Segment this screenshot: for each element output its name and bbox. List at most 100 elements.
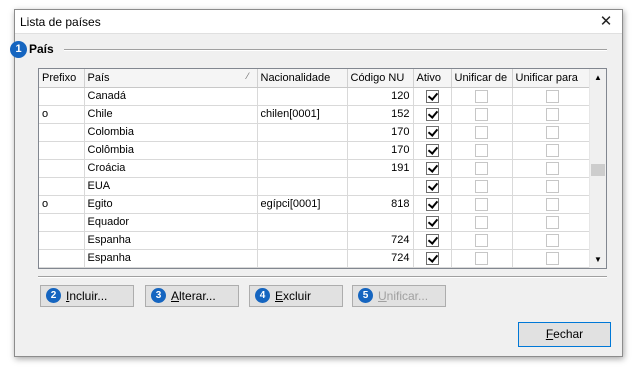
- delete-button[interactable]: 4 Excluir: [249, 285, 343, 307]
- merge-to-checkbox[interactable]: [545, 197, 559, 211]
- table-row[interactable]: o Chile chilen[0001] 152: [39, 105, 593, 124]
- merge-button[interactable]: 5 Unificar...: [352, 285, 446, 307]
- active-checkbox[interactable]: [425, 107, 439, 121]
- active-checkbox[interactable]: [425, 197, 439, 211]
- vertical-scrollbar[interactable]: ▲ ▼: [589, 69, 606, 268]
- merge-to-checkbox[interactable]: [545, 143, 559, 157]
- merge-to-checkbox[interactable]: [545, 107, 559, 121]
- table-row[interactable]: Colômbia 170: [39, 141, 593, 160]
- table-row[interactable]: Canadá 120: [39, 87, 593, 106]
- scrollbar-thumb[interactable]: [591, 164, 605, 176]
- step-badge-3: 3: [151, 288, 166, 303]
- cell-prefix: [39, 231, 85, 250]
- merge-to-checkbox[interactable]: [545, 215, 559, 229]
- active-checkbox[interactable]: [425, 179, 439, 193]
- merge-to-cell: [512, 141, 593, 160]
- cell-prefix: [39, 123, 85, 142]
- cell-country: EUA: [84, 177, 258, 196]
- merge-from-checkbox[interactable]: [475, 143, 488, 157]
- cell-nationality: [257, 123, 348, 142]
- merge-from-checkbox[interactable]: [475, 197, 488, 211]
- step-badge-5: 5: [358, 288, 373, 303]
- merge-from-cell: [451, 105, 513, 124]
- active-cell: [413, 87, 452, 106]
- cell-prefix: o: [39, 105, 85, 124]
- active-checkbox[interactable]: [425, 251, 439, 265]
- cell-country: Equador: [84, 213, 258, 232]
- merge-from-cell: [451, 195, 513, 214]
- merge-to-cell: [512, 123, 593, 142]
- column-header-country[interactable]: País ⁄: [84, 69, 258, 88]
- step-badge-1: 1: [10, 41, 27, 58]
- table-row[interactable]: EUA: [39, 177, 593, 196]
- merge-to-cell: [512, 231, 593, 250]
- column-header-merge-from[interactable]: Unificar de: [451, 69, 513, 88]
- cell-un-code: 170: [347, 141, 414, 160]
- active-checkbox[interactable]: [425, 125, 439, 139]
- scroll-down-icon[interactable]: ▼: [590, 251, 606, 268]
- close-dialog-button[interactable]: Fechar: [518, 322, 611, 347]
- group-divider: [64, 49, 607, 51]
- merge-from-checkbox[interactable]: [475, 107, 488, 121]
- merge-to-checkbox[interactable]: [545, 125, 559, 139]
- include-button[interactable]: 2 Incluir...: [40, 285, 134, 307]
- merge-to-checkbox[interactable]: [545, 233, 559, 247]
- merge-from-checkbox[interactable]: [475, 251, 488, 265]
- merge-from-cell: [451, 177, 513, 196]
- cell-country: Colômbia: [84, 141, 258, 160]
- countries-table: Prefixo País ⁄ Nacionalidade Código NU At…: [39, 69, 593, 268]
- cell-country: Colombia: [84, 123, 258, 142]
- merge-from-checkbox[interactable]: [475, 89, 488, 103]
- column-header-un-code[interactable]: Código NU: [347, 69, 414, 88]
- column-header-merge-to[interactable]: Unificar para: [512, 69, 593, 88]
- merge-from-checkbox[interactable]: [475, 233, 488, 247]
- column-header-active[interactable]: Ativo: [413, 69, 452, 88]
- merge-to-checkbox[interactable]: [545, 179, 559, 193]
- table-row[interactable]: Espanha 724: [39, 231, 593, 250]
- column-header-nationality[interactable]: Nacionalidade: [257, 69, 348, 88]
- merge-to-cell: [512, 213, 593, 232]
- active-cell: [413, 231, 452, 250]
- table-row[interactable]: Espanha 724: [39, 249, 593, 268]
- active-checkbox[interactable]: [425, 143, 439, 157]
- active-checkbox[interactable]: [425, 215, 439, 229]
- merge-from-checkbox[interactable]: [475, 125, 488, 139]
- merge-from-checkbox[interactable]: [475, 161, 488, 175]
- merge-from-checkbox[interactable]: [475, 179, 488, 193]
- cell-nationality: egípci[0001]: [257, 195, 348, 214]
- scroll-up-icon[interactable]: ▲: [590, 69, 606, 86]
- active-checkbox[interactable]: [425, 89, 439, 103]
- column-header-prefix[interactable]: Prefixo: [39, 69, 85, 88]
- active-cell: [413, 249, 452, 268]
- merge-to-cell: [512, 249, 593, 268]
- close-icon[interactable]: ✕: [592, 10, 620, 33]
- countries-grid[interactable]: Prefixo País ⁄ Nacionalidade Código NU At…: [38, 68, 607, 269]
- table-row[interactable]: Croácia 191: [39, 159, 593, 178]
- cell-country: Espanha: [84, 249, 258, 268]
- table-row[interactable]: o Egito egípci[0001] 818: [39, 195, 593, 214]
- merge-from-cell: [451, 141, 513, 160]
- active-cell: [413, 213, 452, 232]
- cell-un-code: 152: [347, 105, 414, 124]
- merge-to-cell: [512, 105, 593, 124]
- active-cell: [413, 159, 452, 178]
- active-checkbox[interactable]: [425, 233, 439, 247]
- merge-from-checkbox[interactable]: [475, 215, 488, 229]
- merge-to-checkbox[interactable]: [545, 161, 559, 175]
- window-title: Lista de países: [20, 15, 101, 29]
- cell-nationality: [257, 177, 348, 196]
- active-checkbox[interactable]: [425, 161, 439, 175]
- table-row[interactable]: Equador: [39, 213, 593, 232]
- edit-button[interactable]: 3 Alterar...: [145, 285, 239, 307]
- cell-nationality: [257, 87, 348, 106]
- merge-to-checkbox[interactable]: [545, 89, 559, 103]
- merge-from-cell: [451, 159, 513, 178]
- cell-nationality: [257, 159, 348, 178]
- merge-from-cell: [451, 87, 513, 106]
- merge-to-checkbox[interactable]: [545, 251, 559, 265]
- active-cell: [413, 141, 452, 160]
- step-badge-2: 2: [46, 288, 61, 303]
- table-row[interactable]: Colombia 170: [39, 123, 593, 142]
- cell-country: Canadá: [84, 87, 258, 106]
- merge-to-cell: [512, 159, 593, 178]
